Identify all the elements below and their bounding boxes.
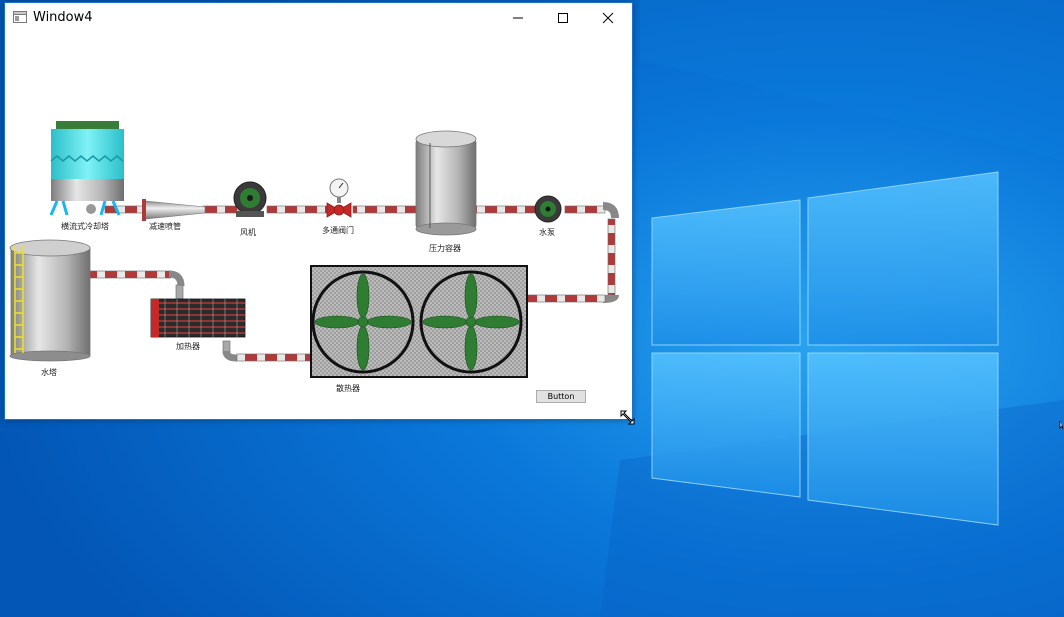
- cooling-tower: [49, 121, 124, 216]
- minimize-icon: [513, 17, 523, 19]
- radiator: [310, 265, 528, 378]
- heater: [150, 298, 246, 338]
- water-tower: [9, 239, 91, 362]
- close-button[interactable]: [585, 3, 631, 33]
- maximize-button[interactable]: [540, 3, 586, 33]
- cooling-tower-label: 横流式冷却塔: [61, 221, 109, 231]
- multi-valve: [326, 178, 352, 218]
- minimize-button[interactable]: [495, 3, 541, 33]
- valve-label: 多通阀门: [322, 225, 354, 235]
- pressure-vessel-label: 压力容器: [429, 243, 461, 253]
- title-bar[interactable]: Window4: [5, 3, 632, 33]
- window-title: Window4: [33, 10, 93, 25]
- process-canvas: 横流式冷却塔 减速喷管 风机 多通阀门 压力容器 水泵 水塔 加热器 散热器: [9, 121, 619, 393]
- reducer-nozzle: [142, 199, 206, 221]
- heater-label: 加热器: [176, 341, 200, 351]
- app-window-icon: [13, 11, 27, 23]
- reducer-nozzle-label: 减速喷管: [149, 221, 181, 231]
- maximize-icon: [558, 13, 568, 23]
- water-pump: [534, 195, 562, 223]
- pressure-vessel: [415, 130, 477, 236]
- fan-label: 风机: [240, 227, 256, 237]
- fan: [233, 181, 267, 217]
- radiator-label: 散热器: [336, 383, 360, 393]
- resize-cursor-icon: [620, 410, 635, 425]
- pump-label: 水泵: [539, 227, 555, 237]
- water-tower-label: 水塔: [41, 367, 57, 377]
- app-window: Window4 横流式冷却塔 减速喷管 风机 多通阀门 压力容器 水泵 水塔 加…: [4, 2, 633, 420]
- close-icon: [602, 12, 614, 24]
- cursor-icon: [1059, 421, 1064, 430]
- action-button[interactable]: Button: [536, 390, 586, 403]
